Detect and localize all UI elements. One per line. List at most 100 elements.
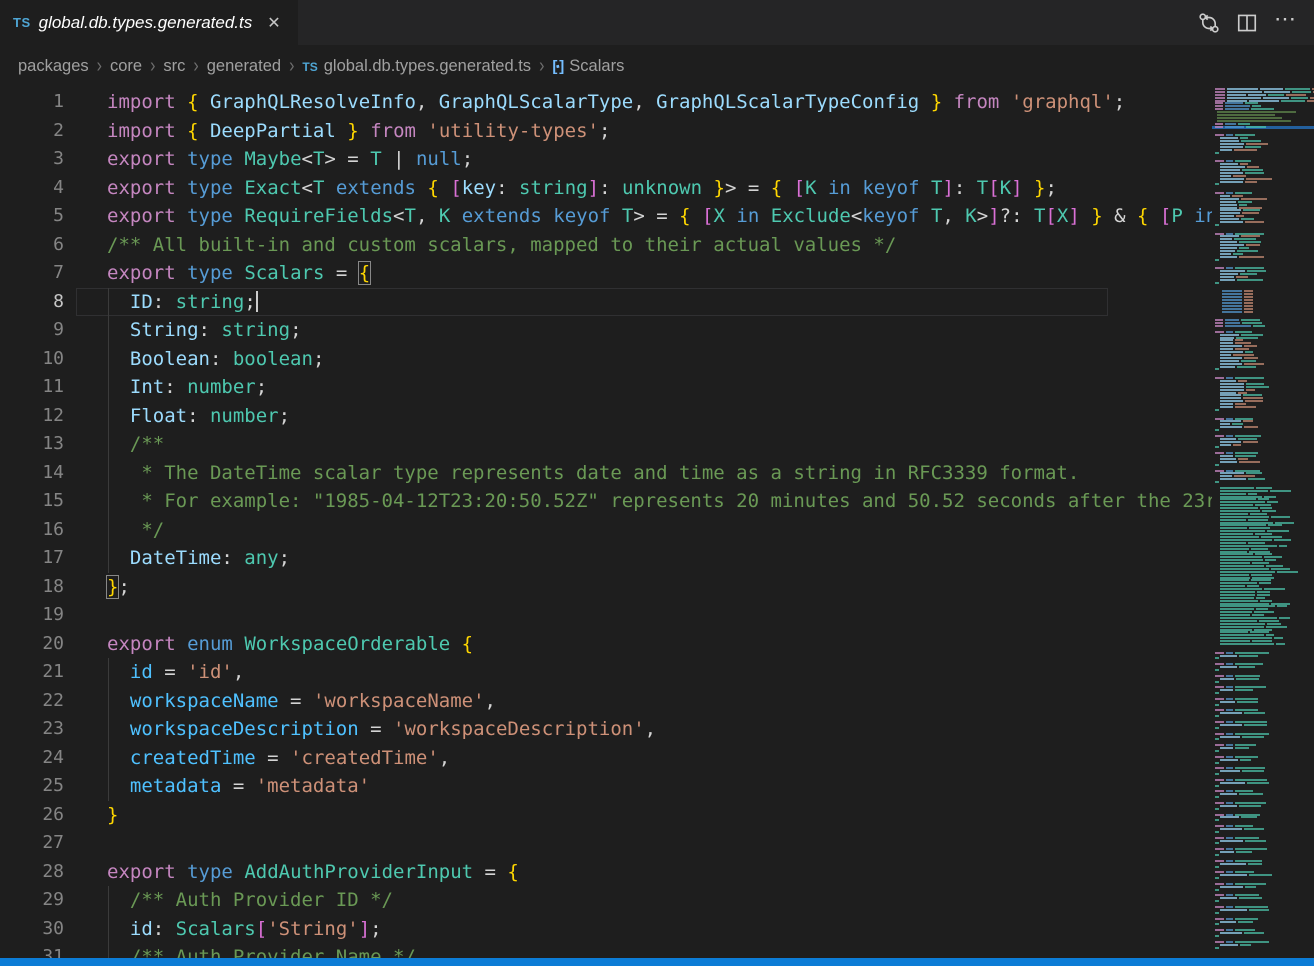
code-text: }; [64,573,130,602]
breadcrumb: packages › core › src › generated › TSglobal.db.… [0,45,1314,88]
code-line[interactable]: 8 ID: string; [0,288,1212,317]
line-number: 27 [0,829,64,858]
code-line[interactable]: 31 /** Auth Provider Name */ [0,943,1212,958]
code-line[interactable]: 19 [0,601,1212,630]
code-text: * The DateTime scalar type represents da… [64,459,1079,488]
breadcrumb-separator: › [539,55,544,78]
line-number: 10 [0,345,64,374]
line-number: 7 [0,259,64,288]
code-line[interactable]: 25 metadata = 'metadata' [0,772,1212,801]
code-lines: 1import { GraphQLResolveInfo, GraphQLSca… [0,88,1212,958]
line-number: 21 [0,658,64,687]
line-number: 14 [0,459,64,488]
code-line[interactable]: 4export type Exact<T extends { [key: str… [0,174,1212,203]
typescript-file-icon: TS [13,15,31,30]
tab-strip-empty [298,0,1194,45]
code-line[interactable]: 9 String: string; [0,316,1212,345]
breadcrumb-item-packages[interactable]: packages [18,57,89,76]
code-line[interactable]: 21 id = 'id', [0,658,1212,687]
code-line[interactable]: 30 id: Scalars['String']; [0,915,1212,944]
line-number: 22 [0,687,64,716]
code-line[interactable]: 11 Int: number; [0,373,1212,402]
code-text: createdTime = 'createdTime', [64,744,450,773]
code-line[interactable]: 12 Float: number; [0,402,1212,431]
breadcrumb-separator: › [150,55,155,78]
code-text: * For example: "1985-04-12T23:20:50.52Z"… [64,487,1212,516]
code-text: Int: number; [64,373,267,402]
tab-global-db-types[interactable]: TS global.db.types.generated.ts ✕ [0,0,298,45]
code-text: export type Maybe<T> = T | null; [64,145,473,174]
code-text: /** Auth Provider ID */ [64,886,393,915]
code-line[interactable]: 27 [0,829,1212,858]
line-number: 17 [0,544,64,573]
code-line[interactable]: 6/** All built-in and custom scalars, ma… [0,231,1212,260]
code-line[interactable]: 2import { DeepPartial } from 'utility-ty… [0,117,1212,146]
line-number: 12 [0,402,64,431]
vscode-window: TS global.db.types.generated.ts ✕ [0,0,1314,966]
code-line[interactable]: 22 workspaceName = 'workspaceName', [0,687,1212,716]
code-line[interactable]: 17 DateTime: any; [0,544,1212,573]
code-line[interactable]: 24 createdTime = 'createdTime', [0,744,1212,773]
breadcrumb-item-src[interactable]: src [163,57,185,76]
code-line[interactable]: 14 * The DateTime scalar type represents… [0,459,1212,488]
breadcrumb-item-global-db-types-generated-ts[interactable]: TSglobal.db.types.generated.ts [302,57,531,76]
code-line[interactable]: 5export type RequireFields<T, K extends … [0,202,1212,231]
code-text: ID: string; [64,288,258,317]
breadcrumb-separator: › [289,55,294,78]
code-text [64,601,107,630]
breadcrumb-item-core[interactable]: core [110,57,142,76]
text-cursor [256,291,258,312]
code-text: export enum WorkspaceOrderable { [64,630,473,659]
code-text: import { GraphQLResolveInfo, GraphQLScal… [64,88,1125,117]
code-text: export type AddAuthProviderInput = { [64,858,519,887]
close-tab-icon[interactable]: ✕ [264,12,283,34]
line-number: 1 [0,88,64,117]
status-bar [0,958,1314,966]
breadcrumb-item-generated[interactable]: generated [207,57,281,76]
code-text: Boolean: boolean; [64,345,324,374]
minimap[interactable] [1212,88,1314,958]
code-line[interactable]: 18}; [0,573,1212,602]
code-line[interactable]: 1import { GraphQLResolveInfo, GraphQLSca… [0,88,1212,117]
code-text: */ [64,516,164,545]
line-number: 15 [0,487,64,516]
line-number: 26 [0,801,64,830]
code-line[interactable]: 26} [0,801,1212,830]
line-number: 25 [0,772,64,801]
code-line[interactable]: 29 /** Auth Provider ID */ [0,886,1212,915]
code-line[interactable]: 23 workspaceDescription = 'workspaceDesc… [0,715,1212,744]
line-number: 16 [0,516,64,545]
line-number: 13 [0,430,64,459]
code-line[interactable]: 3export type Maybe<T> = T | null; [0,145,1212,174]
split-editor-icon[interactable] [1232,8,1262,38]
line-number: 4 [0,174,64,203]
breadcrumb-item-scalars[interactable]: [▪]Scalars [552,57,624,76]
breadcrumb-separator: › [97,55,102,78]
code-line[interactable]: 10 Boolean: boolean; [0,345,1212,374]
code-text: metadata = 'metadata' [64,772,370,801]
code-line[interactable]: 28export type AddAuthProviderInput = { [0,858,1212,887]
breadcrumb-separator: › [193,55,198,78]
code-line[interactable]: 15 * For example: "1985-04-12T23:20:50.5… [0,487,1212,516]
code-text: } [64,801,118,830]
code-text: workspaceName = 'workspaceName', [64,687,496,716]
code-text: id: Scalars['String']; [64,915,382,944]
more-actions-icon[interactable]: ⋯ [1270,8,1300,38]
code-text: Float: number; [64,402,290,431]
code-line[interactable]: 13 /** [0,430,1212,459]
code-line[interactable]: 7export type Scalars = { [0,259,1212,288]
line-number: 19 [0,601,64,630]
code-text: id = 'id', [64,658,244,687]
code-text: export type Scalars = { [64,259,370,288]
symbol-type-icon: [▪] [552,58,563,75]
line-number: 5 [0,202,64,231]
line-number: 29 [0,886,64,915]
code-line[interactable]: 20export enum WorkspaceOrderable { [0,630,1212,659]
code-text: /** All built-in and custom scalars, map… [64,231,896,260]
code-line[interactable]: 16 */ [0,516,1212,545]
code-text: import { DeepPartial } from 'utility-typ… [64,117,610,146]
compare-changes-icon[interactable] [1194,8,1224,38]
code-editor[interactable]: 1import { GraphQLResolveInfo, GraphQLSca… [0,88,1314,958]
code-text: String: string; [64,316,302,345]
code-text [64,829,107,858]
